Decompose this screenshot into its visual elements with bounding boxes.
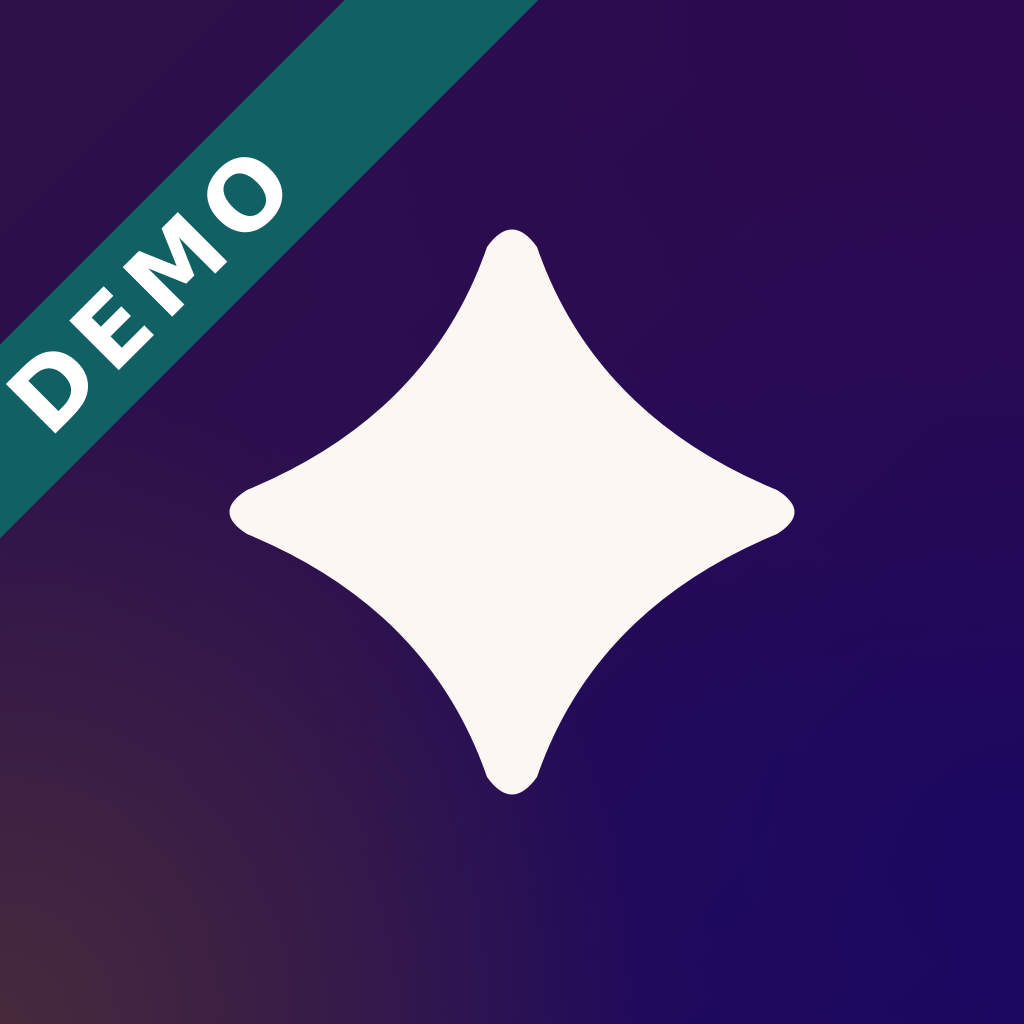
app-icon: DEMO [0,0,1024,1024]
sparkle-icon [229,229,795,795]
sparkle-shape [229,229,795,795]
